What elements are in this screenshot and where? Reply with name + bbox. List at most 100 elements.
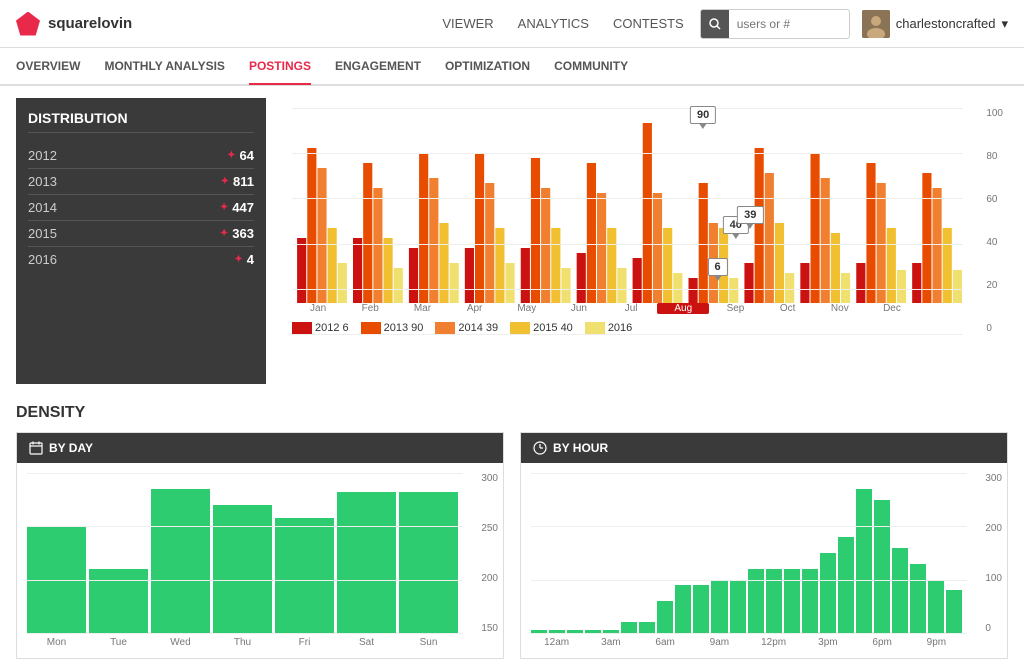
plus-icon: ✦: [220, 228, 228, 239]
tooltip-39: 39: [737, 206, 763, 224]
distribution-title: DISTRIBUTION: [28, 110, 254, 133]
subnav-postings[interactable]: POSTINGS: [249, 49, 311, 85]
y-axis-right: 100 80 60 40 20 0: [986, 108, 1003, 334]
legend-label-2016: 2016: [608, 322, 632, 334]
logo: squarelovin: [16, 12, 132, 36]
tooltip-arrow: [699, 123, 707, 129]
x-label-jun: Jun: [553, 303, 605, 314]
grid-line: [27, 633, 463, 634]
y-label: 200: [481, 573, 498, 584]
bar-wed: [151, 489, 210, 633]
grid-line: [292, 334, 963, 335]
legend-2014: 2014 39: [435, 322, 498, 334]
x-label-apr: Apr: [449, 303, 501, 314]
distribution-table: DISTRIBUTION 2012 ✦ 64 2013 ✦ 811 2014 ✦…: [16, 98, 266, 384]
x-label-feb: Feb: [344, 303, 396, 314]
nav-contests[interactable]: CONTESTS: [613, 16, 684, 31]
legend-color-2016: [585, 322, 605, 334]
logo-text: squarelovin: [48, 15, 132, 32]
user-name: charlestoncrafted: [896, 16, 996, 31]
by-hour-bars: [531, 473, 997, 633]
bar-sun: [399, 492, 458, 633]
x-label-mon: Mon: [27, 637, 86, 648]
bar-9am: [693, 585, 709, 633]
dist-row-2014: 2014 ✦ 447: [28, 195, 254, 221]
tooltip-6: 6: [708, 258, 728, 276]
plus-icon: ✦: [234, 254, 242, 265]
x-label-dec: Dec: [866, 303, 918, 314]
x-label-mar: Mar: [396, 303, 448, 314]
bar-6pm: [856, 489, 872, 633]
bar-chart-svg: [292, 108, 963, 303]
y-label: 300: [985, 473, 1002, 484]
y-label: 60: [986, 194, 1003, 205]
bar-fri: [275, 518, 334, 633]
by-day-bars: [27, 473, 493, 633]
legend-2015: 2015 40: [510, 322, 573, 334]
bar-6am: [639, 622, 655, 633]
y-label: 100: [985, 573, 1002, 584]
x-label-aug: Aug: [657, 303, 709, 314]
by-hour-label: BY HOUR: [553, 441, 608, 455]
tooltip-arrow: [714, 275, 722, 281]
subnav-community[interactable]: COMMUNITY: [554, 49, 628, 85]
bar-7am: [657, 601, 673, 633]
plus-icon: ✦: [227, 150, 235, 161]
bar-3am: [585, 630, 601, 633]
dist-year: 2016: [28, 252, 57, 267]
by-day-y-axis: 300 250 200 150: [481, 473, 498, 634]
avatar: [862, 10, 890, 38]
legend-color-2013: [361, 322, 381, 334]
plus-icon: ✦: [220, 202, 228, 213]
legend-color-2015: [510, 322, 530, 334]
user-badge[interactable]: charlestoncrafted ▾: [862, 10, 1008, 38]
by-hour-x-labels: 12am 3am 6am 9am 12pm 3pm 6pm 9pm: [531, 637, 997, 648]
subnav-overview[interactable]: OVERVIEW: [16, 49, 80, 85]
x-label-tue: Tue: [89, 637, 148, 648]
bar-mon: [27, 526, 86, 633]
search-icon: [709, 18, 721, 30]
chart-legend: 2012 6 2013 90 2014 39 2015 40: [292, 322, 963, 334]
y-label: 200: [985, 523, 1002, 534]
bar-4pm: [820, 553, 836, 633]
dist-val: ✦ 447: [220, 200, 254, 215]
distribution-section: DISTRIBUTION 2012 ✦ 64 2013 ✦ 811 2014 ✦…: [16, 98, 1008, 384]
y-label: 80: [986, 151, 1003, 162]
nav-analytics[interactable]: ANALYTICS: [518, 16, 589, 31]
legend-val-2014: 39: [486, 322, 498, 334]
logo-icon: [16, 12, 40, 36]
x-label-thu: Thu: [213, 637, 272, 648]
dist-val: ✦ 363: [220, 226, 254, 241]
by-hour-body: 300 200 100 0: [521, 463, 1007, 658]
y-label: 40: [986, 237, 1003, 248]
nav-viewer[interactable]: VIEWER: [442, 16, 493, 31]
search-box: [700, 9, 850, 39]
subnav-optimization[interactable]: OPTIMIZATION: [445, 49, 530, 85]
by-day-chart: BY DAY 300 250 200 150: [16, 432, 504, 659]
subnav-monthly[interactable]: MONTHLY ANALYSIS: [104, 49, 224, 85]
x-label-nov: Nov: [814, 303, 866, 314]
search-button[interactable]: [701, 10, 729, 38]
y-label: 0: [986, 323, 1003, 334]
legend-label-2013: 2013: [384, 322, 408, 334]
dist-row-2015: 2015 ✦ 363: [28, 221, 254, 247]
legend-2016: 2016: [585, 322, 632, 334]
x-label-sat: Sat: [337, 637, 396, 648]
x-label-jan: Jan: [292, 303, 344, 314]
x-label-jul: Jul: [605, 303, 657, 314]
x-label-3pm: 3pm: [802, 637, 853, 648]
avatar-image: [862, 10, 890, 38]
main-nav: VIEWER ANALYTICS CONTESTS: [442, 16, 683, 31]
bar-8am: [675, 585, 691, 633]
search-input[interactable]: [729, 17, 849, 31]
density-title: DENSITY: [16, 404, 1008, 422]
legend-color-2014: [435, 322, 455, 334]
subnav: OVERVIEW MONTHLY ANALYSIS POSTINGS ENGAG…: [0, 48, 1024, 86]
x-label-fri: Fri: [275, 637, 334, 648]
by-hour-y-axis: 300 200 100 0: [985, 473, 1002, 634]
tooltip-arrow: [732, 233, 740, 239]
y-label: 300: [481, 473, 498, 484]
bar-tue: [89, 569, 148, 633]
subnav-engagement[interactable]: ENGAGEMENT: [335, 49, 421, 85]
bar-7pm: [874, 500, 890, 633]
